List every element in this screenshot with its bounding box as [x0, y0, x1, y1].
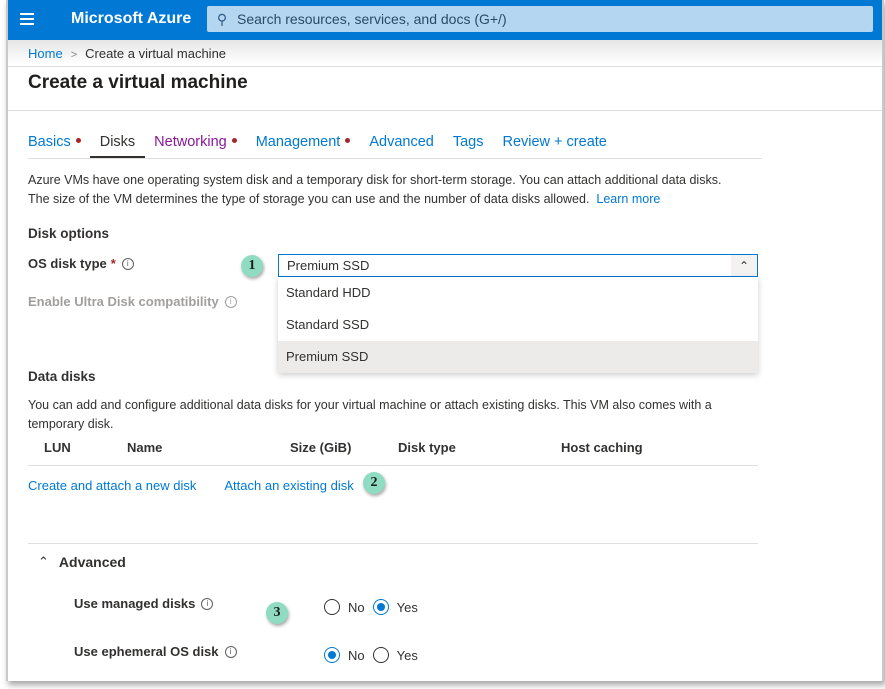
description-line: temporary disk.: [28, 417, 114, 431]
global-search[interactable]: ⚲: [207, 6, 873, 32]
column-header-name: Name: [127, 440, 163, 455]
label-text: Use ephemeral OS disk: [74, 644, 219, 659]
chevron-right-icon: >: [70, 49, 78, 61]
radio-label: Yes: [396, 599, 418, 615]
create-attach-new-disk-link[interactable]: Create and attach a new disk: [28, 478, 196, 493]
chevron-up-icon[interactable]: ⌃: [731, 255, 757, 276]
divider: [8, 110, 882, 111]
breadcrumb-home-link[interactable]: Home: [28, 46, 63, 61]
data-disks-description: You can add and configure additional dat…: [28, 396, 768, 434]
disk-options-heading: Disk options: [28, 226, 110, 241]
error-dot-icon: [231, 138, 237, 143]
data-disk-actions: Create and attach a new disk Attach an e…: [28, 478, 382, 493]
os-disk-type-menu: Standard HDD Standard SSD Premium SSD: [278, 277, 758, 373]
tabs-divider: [28, 158, 762, 159]
managed-disks-yes-radio[interactable]: Yes: [372, 599, 418, 615]
info-icon[interactable]: i: [201, 597, 214, 610]
tab-tags[interactable]: Tags: [453, 132, 484, 158]
tab-review-create[interactable]: Review + create: [502, 132, 606, 158]
os-disk-type-label: OS disk type * i: [28, 256, 134, 271]
column-header-host-caching: Host caching: [561, 440, 643, 455]
tab-label: Management: [255, 134, 341, 150]
tab-networking[interactable]: Networking: [154, 132, 237, 158]
managed-disks-label: Use managed disks i: [74, 596, 214, 611]
tab-management[interactable]: Management: [256, 132, 351, 158]
tab-label: Advanced: [369, 134, 434, 150]
callout-badge-3: 3: [266, 602, 288, 624]
radio-checked-icon: [372, 599, 389, 615]
search-input[interactable]: [237, 11, 857, 27]
ultra-disk-label: Enable Ultra Disk compatibility i: [28, 294, 237, 309]
search-icon: ⚲: [216, 10, 228, 27]
tab-label: Networking: [154, 134, 227, 150]
info-icon[interactable]: i: [121, 257, 134, 270]
radio-unchecked-icon: [324, 599, 340, 615]
tab-label: Disks: [99, 134, 136, 150]
dropdown-option-standard-ssd[interactable]: Standard SSD: [278, 309, 758, 341]
ephemeral-os-disk-radio-group: No Yes: [324, 647, 426, 663]
callout-badge-2: 2: [363, 472, 385, 494]
brand-logo-text[interactable]: Microsoft Azure: [71, 10, 191, 28]
advanced-heading: Advanced: [58, 554, 126, 570]
column-header-lun: LUN: [44, 440, 71, 455]
page-title: Create a virtual machine: [28, 72, 248, 93]
top-bar: Microsoft Azure ⚲: [8, 0, 882, 40]
breadcrumb: Home > Create a virtual machine: [28, 46, 226, 61]
description-line: You can add and configure additional dat…: [28, 398, 712, 412]
tab-label: Tags: [452, 134, 484, 150]
label-text: Use managed disks: [74, 596, 196, 611]
callout-badge-1: 1: [241, 255, 263, 277]
radio-checked-icon: [324, 647, 340, 663]
wizard-tabs: Basics Disks Networking Management Advan…: [28, 132, 626, 158]
learn-more-link[interactable]: Learn more: [596, 192, 660, 206]
required-asterisk: *: [110, 256, 116, 271]
ephemeral-os-disk-no-radio[interactable]: No: [324, 647, 365, 663]
portal-window: Microsoft Azure ⚲ Home > Create a virtual …: [6, 0, 884, 681]
data-disks-heading: Data disks: [28, 369, 96, 384]
tab-label: Review + create: [502, 134, 607, 150]
ephemeral-os-disk-label: Use ephemeral OS disk i: [74, 644, 237, 659]
table-divider: [28, 465, 758, 466]
info-icon[interactable]: i: [224, 295, 237, 308]
description-line: The size of the VM determines the type o…: [28, 192, 590, 206]
dropdown-value: Premium SSD: [287, 258, 370, 273]
ephemeral-os-disk-yes-radio[interactable]: Yes: [372, 647, 418, 663]
description-line: Azure VMs have one operating system disk…: [28, 173, 722, 187]
divider: [8, 66, 882, 67]
os-disk-type-dropdown[interactable]: Premium SSD ⌃: [278, 254, 758, 277]
tab-label: Basics: [28, 134, 71, 150]
tab-advanced[interactable]: Advanced: [369, 132, 434, 158]
column-header-size: Size (GiB): [290, 440, 352, 455]
info-icon[interactable]: i: [224, 645, 237, 658]
hamburger-icon[interactable]: [20, 13, 34, 25]
chevron-up-icon: ⌃: [38, 554, 49, 569]
radio-label: No: [348, 599, 365, 615]
radio-label: No: [348, 647, 365, 663]
breadcrumb-current: Create a virtual machine: [85, 46, 227, 61]
managed-disks-no-radio[interactable]: No: [324, 599, 365, 615]
disks-description: Azure VMs have one operating system disk…: [28, 171, 768, 209]
tab-disks[interactable]: Disks: [89, 132, 146, 158]
column-header-disk-type: Disk type: [398, 440, 456, 455]
radio-label: Yes: [396, 647, 418, 663]
tab-basics[interactable]: Basics: [28, 132, 81, 158]
error-dot-icon: [75, 138, 81, 143]
dropdown-option-premium-ssd[interactable]: Premium SSD: [278, 341, 758, 373]
dropdown-option-standard-hdd[interactable]: Standard HDD: [278, 277, 758, 309]
managed-disks-radio-group: No Yes: [324, 599, 426, 615]
label-text: Enable Ultra Disk compatibility: [28, 294, 219, 309]
advanced-section-toggle[interactable]: ⌃ Advanced: [38, 554, 126, 570]
divider: [28, 543, 758, 544]
error-dot-icon: [345, 138, 351, 143]
label-text: OS disk type: [28, 256, 107, 271]
radio-unchecked-icon: [372, 647, 389, 663]
attach-existing-disk-link[interactable]: Attach an existing disk: [224, 478, 353, 493]
